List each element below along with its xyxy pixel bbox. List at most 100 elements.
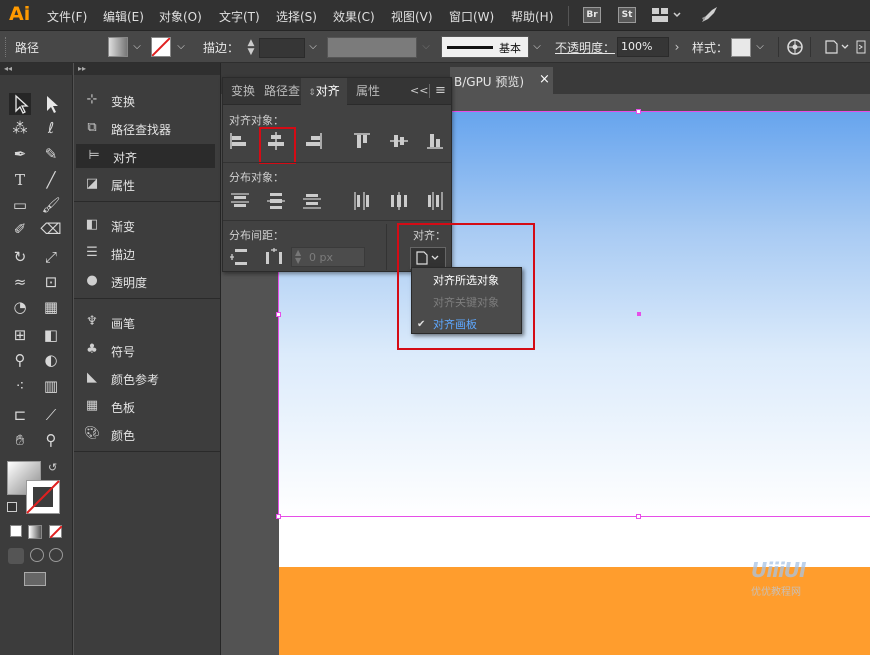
rectangle-tool-icon[interactable]: ▭ (9, 194, 31, 216)
bridge-button[interactable]: Br (583, 7, 601, 23)
eraser-tool-icon[interactable]: ⌫ (40, 218, 62, 240)
vertical-align-bottom-icon[interactable] (424, 130, 446, 155)
panel-symbols[interactable]: ♣ 符号 (74, 338, 220, 362)
collapse-panel-icon[interactable]: << (410, 84, 428, 97)
bbox-handle-bottom-left[interactable] (276, 514, 281, 519)
stroke-color-box[interactable] (26, 480, 60, 514)
graphic-style-swatch[interactable] (731, 38, 751, 57)
close-tab-icon[interactable]: × (539, 72, 550, 87)
hand-tool-icon[interactable]: ✋︎ (9, 429, 31, 451)
menu-effect[interactable]: 效果(C) (333, 8, 375, 25)
align-to-artboard-icon[interactable] (824, 39, 854, 58)
menu-edit[interactable]: 编辑(E) (103, 8, 144, 25)
vertical-distribute-space-icon[interactable] (229, 246, 251, 271)
curvature-tool-icon[interactable]: ✎ (40, 143, 62, 165)
panel-properties[interactable]: ◪ 属性 (74, 172, 220, 196)
bbox-handle-top[interactable] (636, 109, 641, 114)
brush-definition[interactable]: 基本 (441, 36, 529, 58)
swap-colors-icon[interactable]: ↺ (48, 461, 57, 474)
tab-attributes[interactable]: 属性 (350, 78, 386, 105)
opacity-field[interactable]: 100% (617, 37, 669, 57)
symbol-sprayer-tool-icon[interactable]: ⁖ (9, 375, 31, 397)
recolor-artwork-icon[interactable] (786, 38, 804, 59)
horizontal-distribute-left-icon[interactable] (351, 190, 373, 215)
fill-dropdown-icon[interactable]: ⌵ (129, 37, 145, 57)
blend-tool-icon[interactable]: ◐ (40, 349, 62, 371)
vertical-distribute-top-icon[interactable] (229, 190, 251, 215)
vertical-distribute-bottom-icon[interactable] (301, 190, 323, 215)
scale-tool-icon[interactable]: ⤢ (40, 246, 62, 268)
menu-item-align-to-artboard[interactable]: ✔ 对齐画板 (412, 314, 521, 336)
panel-stroke[interactable]: ☰ 描边 (74, 241, 220, 265)
menu-file[interactable]: 文件(F) (47, 8, 87, 25)
stroke-weight-stepper[interactable]: ▲ ▼ (244, 39, 258, 57)
opacity-label[interactable]: 不透明度： (555, 39, 615, 56)
zoom-tool-icon[interactable]: ⚲ (40, 429, 62, 451)
panels-expand-icon[interactable]: ▸▸ (74, 63, 220, 75)
panel-color[interactable]: 🎨︎ 颜色 (74, 422, 220, 446)
mesh-tool-icon[interactable]: ⊞ (9, 324, 31, 346)
menu-type[interactable]: 文字(T) (219, 8, 260, 25)
rotate-tool-icon[interactable]: ↻ (9, 246, 31, 268)
horizontal-align-left-icon[interactable] (227, 130, 249, 155)
panel-color-guide[interactable]: ◣ 颜色参考 (74, 366, 220, 390)
more-options-icon[interactable] (856, 39, 868, 58)
fill-swatch[interactable] (108, 37, 128, 57)
draw-behind-icon[interactable] (30, 548, 44, 562)
spacing-stepper[interactable]: ▲ ▼ (295, 249, 301, 265)
lasso-tool-icon[interactable]: ℓ (40, 117, 62, 139)
shape-builder-tool-icon[interactable]: ◔ (9, 296, 31, 318)
menu-help[interactable]: 帮助(H) (511, 8, 553, 25)
tab-pathfinder[interactable]: 路径查 (263, 78, 301, 105)
profile-dropdown-icon[interactable]: ⌵ (418, 37, 434, 57)
selection-tool-icon[interactable] (9, 93, 31, 115)
gradient-tool-icon[interactable]: ◧ (40, 324, 62, 346)
type-tool-icon[interactable]: T (9, 169, 31, 191)
panel-swatches[interactable]: ▦ 色板 (74, 394, 220, 418)
panel-brushes[interactable]: ♆ 画笔 (74, 310, 220, 334)
default-colors-icon[interactable] (7, 502, 17, 512)
tab-align[interactable]: ⇕对齐 (301, 78, 347, 105)
panel-transparency[interactable]: ● 透明度 (74, 269, 220, 293)
vertical-distribute-center-icon[interactable] (265, 190, 287, 215)
document-tab[interactable]: B/GPU 预览) × (450, 67, 553, 94)
slice-tool-icon[interactable]: ⟋ (40, 404, 62, 426)
gpu-rocket-icon[interactable] (700, 6, 718, 27)
stroke-dropdown-icon[interactable]: ⌵ (173, 37, 189, 57)
panel-gradient[interactable]: ◧ 渐变 (74, 213, 220, 237)
panel-menu-icon[interactable]: ≡ (435, 83, 446, 98)
menu-window[interactable]: 窗口(W) (449, 8, 494, 25)
horizontal-align-right-icon[interactable] (303, 130, 325, 155)
brush-dropdown-icon[interactable]: ⌵ (529, 37, 545, 57)
stroke-weight-dropdown-icon[interactable]: ⌵ (305, 37, 321, 57)
paintbrush-tool-icon[interactable]: 🖌︎ (40, 194, 62, 216)
none-mode-icon[interactable] (49, 525, 62, 538)
tools-collapse-icon[interactable]: ◂◂ (0, 63, 73, 75)
draw-normal-icon[interactable] (8, 548, 24, 564)
workspace-layout-icon[interactable] (652, 7, 682, 26)
vertical-align-center-icon[interactable] (388, 130, 410, 155)
perspective-grid-tool-icon[interactable]: ▦ (40, 296, 62, 318)
menu-item-align-to-selection[interactable]: 对齐所选对象 (412, 270, 521, 292)
direct-selection-tool-icon[interactable] (40, 93, 62, 115)
stroke-weight-field[interactable] (259, 38, 305, 58)
pen-tool-icon[interactable]: ✒ (9, 143, 31, 165)
gradient-mode-icon[interactable] (28, 525, 42, 539)
bbox-handle-left[interactable] (276, 312, 281, 317)
magic-wand-tool-icon[interactable]: ⁂ (9, 117, 31, 139)
menu-view[interactable]: 视图(V) (391, 8, 433, 25)
artboard-tool-icon[interactable]: ⊏ (9, 404, 31, 426)
tab-transform[interactable]: 变换 (225, 78, 261, 105)
shaper-tool-icon[interactable]: ✐ (9, 218, 31, 240)
variable-width-profile[interactable] (327, 37, 417, 58)
stroke-swatch[interactable] (151, 37, 171, 57)
menu-select[interactable]: 选择(S) (276, 8, 317, 25)
line-segment-tool-icon[interactable]: ╱ (40, 169, 62, 191)
vertical-align-top-icon[interactable] (351, 130, 373, 155)
eyedropper-tool-icon[interactable]: ⚲ (9, 349, 31, 371)
opacity-expand-icon[interactable]: › (669, 37, 685, 57)
horizontal-distribute-space-icon[interactable] (263, 246, 285, 271)
panel-pathfinder[interactable]: ⧉ 路径查找器 (74, 116, 220, 140)
menu-object[interactable]: 对象(O) (159, 8, 202, 25)
bbox-handle-bottom[interactable] (636, 514, 641, 519)
